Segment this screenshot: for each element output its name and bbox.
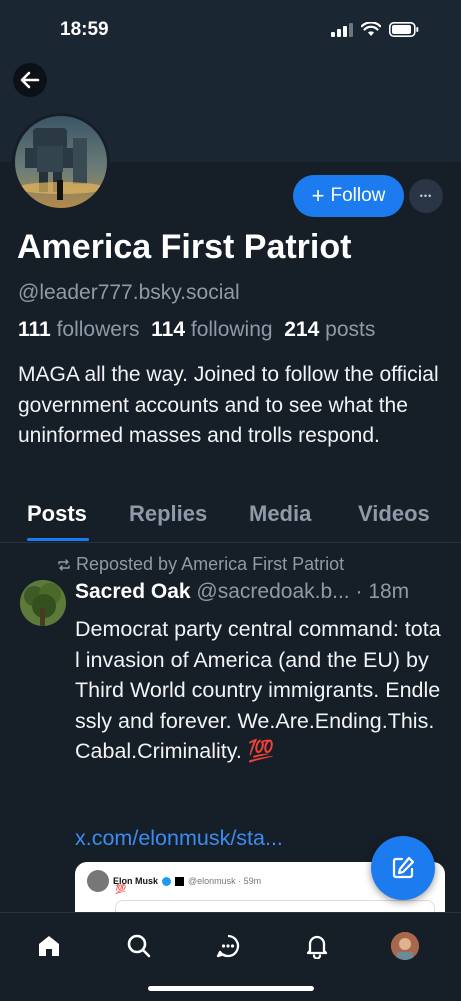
followers-stat[interactable]: 111 followers: [18, 318, 139, 341]
battery-icon: [389, 22, 419, 37]
compose-button[interactable]: [371, 836, 435, 900]
repost-icon: [58, 558, 70, 571]
embed-emoji: 💯: [115, 884, 127, 894]
follow-label: Follow: [330, 185, 386, 206]
following-count: 114: [151, 318, 186, 341]
follow-button[interactable]: + Follow: [293, 175, 404, 217]
post-author-handle[interactable]: @sacredoak.b...: [196, 580, 349, 603]
profile-bio: MAGA all the way. Joined to follow the o…: [18, 363, 439, 447]
nav-notifications[interactable]: [300, 929, 334, 963]
following-label: following: [190, 318, 273, 341]
status-time: 18:59: [60, 19, 109, 40]
plus-icon: +: [311, 183, 325, 208]
status-icons: [331, 22, 419, 37]
embed-author-row: Elon Musk @elonmusk · 59m: [87, 870, 261, 892]
wifi-icon: [361, 22, 381, 36]
profile-avatar[interactable]: [12, 113, 110, 211]
post-author-avatar[interactable]: [20, 580, 66, 626]
status-bar: 18:59: [0, 0, 461, 60]
ellipsis-icon: •••: [419, 191, 433, 201]
home-icon: [39, 936, 59, 956]
tab-videos[interactable]: Videos: [358, 501, 430, 527]
nav-search[interactable]: [122, 929, 156, 963]
back-button[interactable]: [13, 63, 47, 97]
more-options-button[interactable]: •••: [409, 179, 443, 213]
nav-home[interactable]: [32, 929, 66, 963]
profile-tabs: Posts Replies Media Videos: [0, 496, 461, 543]
repost-label: Reposted by America First Patriot: [76, 554, 345, 574]
nav-profile[interactable]: [388, 929, 422, 963]
profile-stats: 111 followers 114 following 214 posts: [18, 318, 375, 342]
post-author-name[interactable]: Sacred Oak: [75, 580, 191, 603]
x-logo-icon: [175, 876, 185, 886]
following-stat[interactable]: 114 following: [151, 318, 272, 341]
profile-handle: @leader777.bsky.social: [18, 281, 240, 304]
profile-avatar-icon: [391, 932, 419, 960]
posts-label: posts: [325, 318, 376, 341]
profile-display-name: America First Patriot: [17, 228, 352, 266]
search-icon: [127, 934, 151, 958]
posts-count: 214: [284, 318, 320, 341]
tree-avatar-image: [20, 580, 66, 626]
post-time: · 18m: [355, 580, 410, 603]
post-text: Democrat party central command: total in…: [75, 617, 441, 763]
post-link[interactable]: x.com/elonmusk/sta...: [75, 826, 283, 851]
tab-media[interactable]: Media: [249, 501, 311, 527]
verified-icon: [162, 876, 172, 886]
embed-handle: @elonmusk · 59m: [188, 876, 262, 886]
signal-icon: [331, 22, 353, 37]
compose-icon: [392, 856, 415, 879]
followers-count: 111: [18, 318, 51, 341]
bell-icon: [306, 935, 328, 959]
embed-avatar: [87, 870, 109, 892]
tab-replies[interactable]: Replies: [129, 501, 207, 527]
home-indicator: [148, 986, 314, 991]
post-header: Sacred Oak @sacredoak.b... · 18m: [75, 580, 409, 604]
followers-label: followers: [56, 318, 140, 341]
active-tab-indicator: [27, 538, 89, 541]
nav-chat[interactable]: [211, 929, 245, 963]
repost-indicator[interactable]: Reposted by America First Patriot: [57, 554, 344, 575]
posts-stat: 214 posts: [284, 318, 375, 341]
chat-icon: [216, 934, 240, 958]
avatar-image: [15, 116, 107, 208]
tab-posts[interactable]: Posts: [27, 501, 87, 527]
arrow-left-icon: [20, 71, 40, 89]
